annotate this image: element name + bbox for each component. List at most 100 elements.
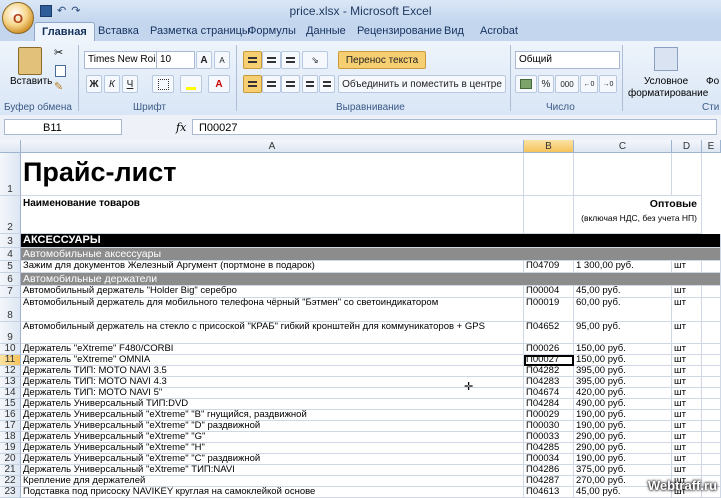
- row-price-cell[interactable]: 290,00 руб.: [574, 443, 672, 454]
- row-price-cell[interactable]: 190,00 руб.: [574, 410, 672, 421]
- format-as-table-label[interactable]: Фо: [706, 76, 719, 87]
- row-unit-cell[interactable]: шт: [672, 388, 702, 399]
- cell[interactable]: [702, 377, 721, 388]
- row-header[interactable]: 7: [0, 286, 21, 298]
- row-name-cell[interactable]: Автомобильный держатель для мобильного т…: [21, 298, 524, 322]
- tab-formulas[interactable]: Формулы: [248, 25, 296, 37]
- paste-icon[interactable]: [18, 47, 42, 75]
- row-price-cell[interactable]: 190,00 руб.: [574, 454, 672, 465]
- tab-data[interactable]: Данные: [306, 25, 346, 37]
- cell[interactable]: [702, 443, 721, 454]
- cell[interactable]: [702, 286, 721, 298]
- align-right-button[interactable]: [281, 75, 300, 93]
- tab-view[interactable]: Вид: [444, 25, 464, 37]
- row-price-cell[interactable]: 395,00 руб.: [574, 377, 672, 388]
- row-name-cell[interactable]: Автомобильный держатель на стекло с прис…: [21, 322, 524, 344]
- row-price-cell[interactable]: 150,00 руб.: [574, 344, 672, 355]
- row-code-cell[interactable]: П04282: [524, 366, 574, 377]
- row-code-cell[interactable]: П04284: [524, 399, 574, 410]
- paste-button[interactable]: Вставить: [10, 76, 52, 87]
- number-format-combo[interactable]: Общий: [515, 51, 620, 69]
- row-code-cell[interactable]: П00019: [524, 298, 574, 322]
- subsection-header[interactable]: Автомобильные аксессуары: [21, 248, 721, 261]
- tab-acrobat[interactable]: Acrobat: [480, 25, 518, 37]
- row-header[interactable]: 4: [0, 248, 21, 261]
- cell[interactable]: [574, 153, 672, 196]
- row-price-cell[interactable]: 420,00 руб.: [574, 388, 672, 399]
- row-price-cell[interactable]: 290,00 руб.: [574, 432, 672, 443]
- borders-button[interactable]: [152, 75, 174, 93]
- select-all-corner[interactable]: [0, 140, 21, 153]
- row-header[interactable]: 2: [0, 196, 21, 234]
- row-code-cell[interactable]: П00029: [524, 410, 574, 421]
- cell[interactable]: [702, 261, 721, 273]
- cell[interactable]: [702, 355, 721, 366]
- cut-icon[interactable]: ✂: [54, 46, 63, 59]
- row-name-cell[interactable]: Держатель Универсальный "eXtreme" ТИП:NA…: [21, 465, 524, 476]
- font-color-button[interactable]: A: [208, 75, 230, 93]
- row-name-cell[interactable]: Зажим для документов Железный Аргумент (…: [21, 261, 524, 273]
- cell[interactable]: [702, 388, 721, 399]
- percent-button[interactable]: %: [538, 75, 554, 93]
- increase-indent-button[interactable]: [319, 75, 335, 93]
- row-header[interactable]: 8: [0, 298, 21, 322]
- tab-page-layout[interactable]: Разметка страницы: [150, 25, 250, 37]
- row-unit-cell[interactable]: шт: [672, 286, 702, 298]
- font-size-combo[interactable]: 10: [156, 51, 195, 69]
- tab-review[interactable]: Рецензирование: [357, 25, 442, 37]
- row-price-cell[interactable]: 60,00 руб.: [574, 298, 672, 322]
- row-code-cell[interactable]: П04286: [524, 465, 574, 476]
- row-price-cell[interactable]: 45,00 руб.: [574, 286, 672, 298]
- cell[interactable]: [702, 399, 721, 410]
- row-price-cell[interactable]: 1 300,00 руб.: [574, 261, 672, 273]
- tab-home[interactable]: Главная: [34, 22, 95, 42]
- font-name-combo[interactable]: Times New Roi: [84, 51, 159, 69]
- cell[interactable]: [702, 454, 721, 465]
- cell[interactable]: [524, 153, 574, 196]
- row-price-cell[interactable]: 95,00 руб.: [574, 322, 672, 344]
- cell[interactable]: [702, 366, 721, 377]
- copy-icon[interactable]: [55, 65, 66, 77]
- section-header[interactable]: АКСЕССУАРЫ: [21, 234, 721, 248]
- row-name-cell[interactable]: Держатель Универсальный "eXtreme" "H": [21, 443, 524, 454]
- row-unit-cell[interactable]: шт: [672, 454, 702, 465]
- row-unit-cell[interactable]: шт: [672, 298, 702, 322]
- merge-center-button[interactable]: Объединить и поместить в центре: [338, 75, 506, 93]
- row-unit-cell[interactable]: шт: [672, 322, 702, 344]
- row-code-cell[interactable]: П04613: [524, 487, 574, 498]
- cell[interactable]: [702, 421, 721, 432]
- row-header[interactable]: 6: [0, 273, 21, 286]
- row-price-cell[interactable]: 150,00 руб.: [574, 355, 672, 366]
- row-price-cell[interactable]: 490,00 руб.: [574, 399, 672, 410]
- sheet-title[interactable]: Прайс-лист: [21, 153, 524, 196]
- row-name-cell[interactable]: Держатель Универсальный ТИП:DVD: [21, 399, 524, 410]
- fill-color-button[interactable]: [180, 75, 202, 93]
- increase-decimal-button[interactable]: ←0: [580, 75, 598, 93]
- column-header-e[interactable]: E: [702, 140, 721, 153]
- row-name-cell[interactable]: Автомобильный держатель "Holder Big" сер…: [21, 286, 524, 298]
- row-unit-cell[interactable]: шт: [672, 344, 702, 355]
- row-code-cell[interactable]: П04652: [524, 322, 574, 344]
- conditional-formatting-icon[interactable]: [654, 47, 678, 71]
- shrink-font-button[interactable]: A: [214, 51, 230, 69]
- row-name-cell[interactable]: Крепление для держателей: [21, 476, 524, 487]
- row-name-cell[interactable]: Держатель ТИП: MOTO NAVI 5": [21, 388, 524, 399]
- row-name-cell[interactable]: Подставка под присоску NAVIKEY круглая н…: [21, 487, 524, 498]
- row-unit-cell[interactable]: шт: [672, 377, 702, 388]
- row-code-cell[interactable]: П04285: [524, 443, 574, 454]
- wrap-text-button[interactable]: Перенос текста: [338, 51, 426, 69]
- align-center-button[interactable]: [262, 75, 281, 93]
- orientation-button[interactable]: ⇘: [302, 51, 328, 69]
- row-unit-cell[interactable]: шт: [672, 443, 702, 454]
- column-header-c[interactable]: C: [574, 140, 672, 153]
- row-unit-cell[interactable]: шт: [672, 432, 702, 443]
- cell[interactable]: [702, 465, 721, 476]
- cell[interactable]: [702, 410, 721, 421]
- row-name-cell[interactable]: Держатель ТИП: MOTO NAVI 4.3: [21, 377, 524, 388]
- align-bottom-button[interactable]: [281, 51, 300, 69]
- thousands-separator-button[interactable]: 000: [555, 75, 579, 93]
- header-wholesale-cell[interactable]: Оптовые (включая НДС, без учета НП): [574, 196, 702, 234]
- grow-font-button[interactable]: A: [196, 51, 212, 69]
- conditional-formatting-label-1[interactable]: Условное: [644, 76, 688, 87]
- row-header[interactable]: 3: [0, 234, 21, 248]
